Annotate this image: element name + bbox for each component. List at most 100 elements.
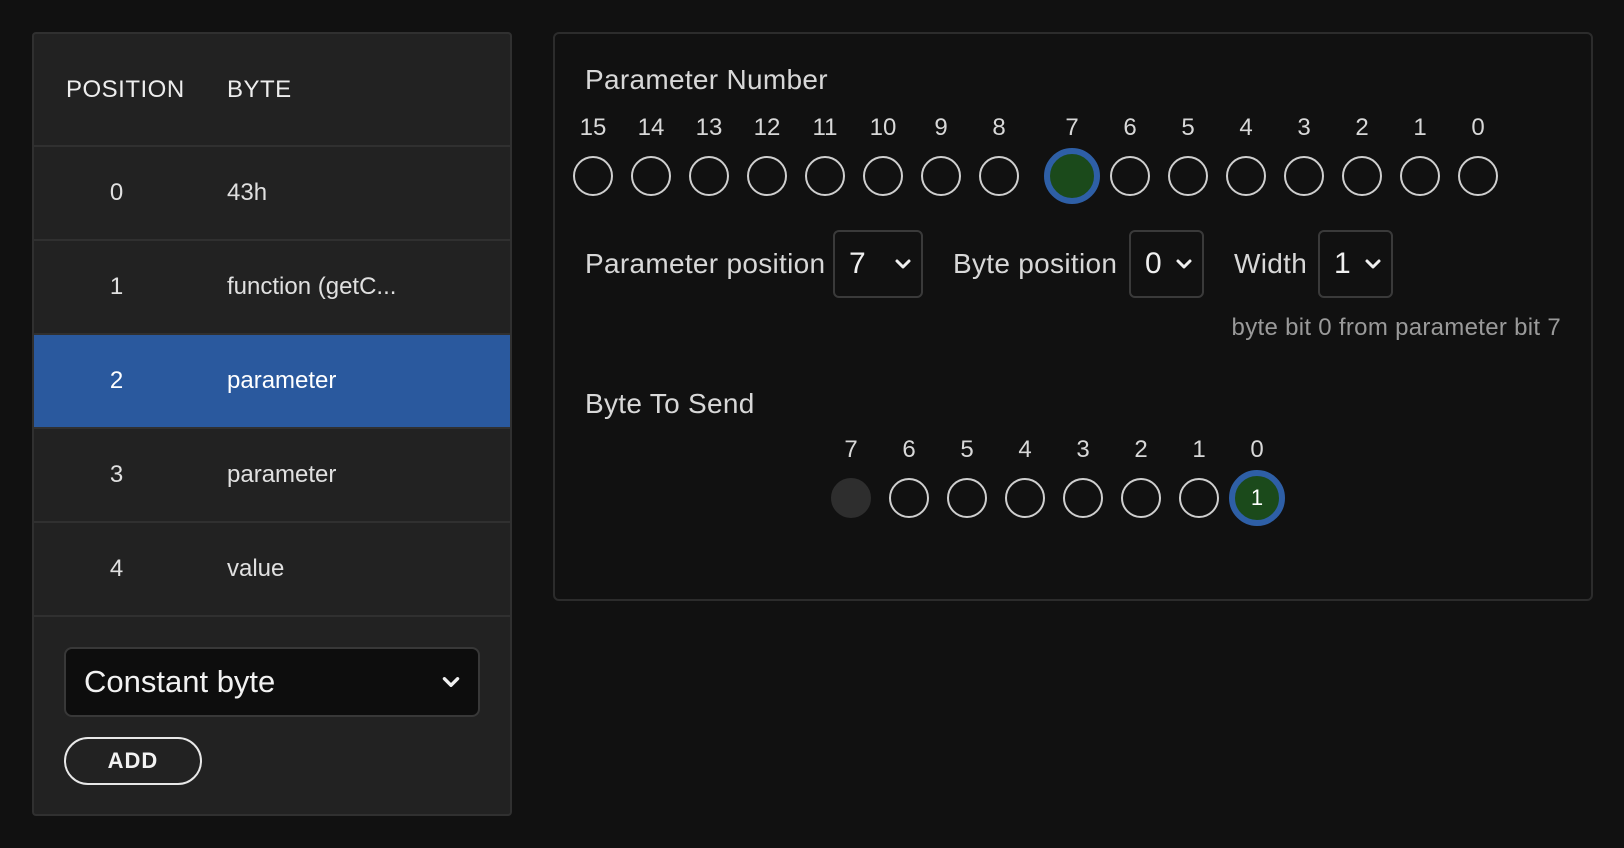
- add-button[interactable]: ADD: [64, 737, 202, 785]
- parameter-bit-toggle[interactable]: [1284, 156, 1324, 196]
- row-byte: value: [227, 555, 285, 582]
- parameter-bit-13: 13: [679, 114, 739, 196]
- parameter-bit-1: 1: [1390, 114, 1450, 196]
- byte-column-header: BYTE: [227, 75, 292, 103]
- parameter-bit-toggle[interactable]: [631, 156, 671, 196]
- byte-list-panel: POSITION BYTE 0 43h 1 function (getC... …: [32, 32, 512, 816]
- parameter-bit-number: 7: [1065, 114, 1079, 141]
- parameter-bit-5: 5: [1158, 114, 1218, 196]
- parameter-bit-number: 15: [579, 114, 607, 141]
- parameter-bit-toggle[interactable]: [805, 156, 845, 196]
- chevron-down-icon: [1365, 259, 1381, 269]
- table-row-selected[interactable]: 2 parameter: [34, 335, 510, 429]
- parameter-bit-number: 13: [695, 114, 723, 141]
- byte-bit-number: 5: [960, 436, 974, 463]
- byte-bit-5: 5: [937, 436, 997, 518]
- byte-bit-7: 7: [821, 436, 881, 518]
- parameter-bit-toggle[interactable]: [979, 156, 1019, 196]
- parameter-bit-number: 5: [1181, 114, 1195, 141]
- row-position: 2: [109, 367, 124, 394]
- byte-bit-4: 4: [995, 436, 1055, 518]
- parameter-bit-toggle[interactable]: [1226, 156, 1266, 196]
- parameter-bit-7: 7: [1042, 114, 1102, 204]
- row-byte: parameter: [227, 367, 337, 394]
- parameter-bit-11: 11: [795, 114, 855, 196]
- chevron-down-icon: [442, 677, 460, 687]
- width-value: 1: [1334, 247, 1351, 280]
- byte-bit-toggle[interactable]: [1121, 478, 1161, 518]
- parameter-position-label: Parameter position: [585, 248, 826, 279]
- parameter-bit-4: 4: [1216, 114, 1276, 196]
- table-row[interactable]: 0 43h: [34, 147, 510, 241]
- byte-bit-2: 2: [1111, 436, 1171, 518]
- parameter-bit-number: 4: [1239, 114, 1253, 141]
- parameter-bit-toggle[interactable]: [921, 156, 961, 196]
- parameter-bit-number: 12: [753, 114, 781, 141]
- parameter-bit-number: 6: [1123, 114, 1137, 141]
- chevron-down-icon: [895, 259, 911, 269]
- byte-bit-number: 0: [1250, 436, 1264, 463]
- byte-type-value: Constant byte: [84, 664, 276, 699]
- byte-bit-toggle[interactable]: [1179, 478, 1219, 518]
- add-byte-area: Constant byte ADD: [34, 617, 510, 785]
- byte-bit-toggle: [831, 478, 871, 518]
- byte-position-label: Byte position: [953, 248, 1118, 279]
- row-position: 4: [109, 555, 124, 582]
- table-row[interactable]: 4 value: [34, 523, 510, 617]
- parameter-bit-number: 8: [992, 114, 1006, 141]
- parameter-bit-14: 14: [621, 114, 681, 196]
- byte-bit-number: 4: [1018, 436, 1032, 463]
- byte-bit-3: 3: [1053, 436, 1113, 518]
- table-header: POSITION BYTE: [34, 34, 510, 147]
- parameter-bit-toggle[interactable]: [863, 156, 903, 196]
- parameter-bit-2: 2: [1332, 114, 1392, 196]
- parameter-bit-toggle[interactable]: [747, 156, 787, 196]
- parameter-bit-0: 0: [1448, 114, 1508, 196]
- parameter-bit-toggle[interactable]: [1458, 156, 1498, 196]
- parameter-bit-3: 3: [1274, 114, 1334, 196]
- parameter-bit-toggle[interactable]: [1342, 156, 1382, 196]
- parameter-bit-toggle[interactable]: [1400, 156, 1440, 196]
- byte-bit-number: 1: [1192, 436, 1206, 463]
- byte-bit-1: 1: [1169, 436, 1229, 518]
- parameter-bit-9: 9: [911, 114, 971, 196]
- row-byte: 43h: [227, 179, 268, 206]
- parameter-bit-toggle[interactable]: [1168, 156, 1208, 196]
- chevron-down-icon: [1176, 259, 1192, 269]
- byte-bit-toggle[interactable]: [1005, 478, 1045, 518]
- parameter-bit-number: 14: [637, 114, 665, 141]
- parameter-bit-toggle[interactable]: [573, 156, 613, 196]
- parameter-bit-12: 12: [737, 114, 797, 196]
- byte-bit-6: 6: [879, 436, 939, 518]
- byte-bit-toggle[interactable]: [947, 478, 987, 518]
- row-byte: parameter: [227, 461, 337, 488]
- parameter-bit-toggle[interactable]: [689, 156, 729, 196]
- parameter-bit-number: 0: [1471, 114, 1485, 141]
- bit-mapping-panel: Parameter Number 15 14 13 12 11 10 9 8 7 6 5 4 3 2 1 0 …: [553, 32, 1593, 601]
- width-select[interactable]: 1: [1318, 230, 1393, 298]
- byte-bit-toggle[interactable]: 1: [1229, 470, 1285, 526]
- byte-bit-toggle[interactable]: [1063, 478, 1103, 518]
- byte-bit-toggle[interactable]: [889, 478, 929, 518]
- parameter-bit-8: 8: [969, 114, 1029, 196]
- parameter-bit-6: 6: [1100, 114, 1160, 196]
- row-position: 0: [109, 179, 124, 206]
- byte-position-value: 0: [1145, 247, 1162, 280]
- byte-position-select[interactable]: 0: [1129, 230, 1204, 298]
- parameter-number-label: Parameter Number: [585, 64, 828, 95]
- parameter-bit-15: 15: [563, 114, 623, 196]
- row-position: 3: [109, 461, 124, 488]
- byte-type-select[interactable]: Constant byte: [64, 647, 480, 717]
- parameter-bit-toggle[interactable]: [1110, 156, 1150, 196]
- position-column-header: POSITION: [66, 75, 185, 103]
- table-row[interactable]: 1 function (getC...: [34, 241, 510, 335]
- parameter-bit-toggle[interactable]: [1044, 148, 1100, 204]
- row-byte: function (getC...: [227, 273, 397, 300]
- parameter-position-select[interactable]: 7: [833, 230, 923, 298]
- table-row[interactable]: 3 parameter: [34, 429, 510, 523]
- row-position: 1: [109, 273, 124, 300]
- parameter-position-value: 7: [849, 247, 866, 280]
- byte-bit-0: 01: [1227, 436, 1287, 526]
- width-label: Width: [1234, 248, 1308, 279]
- parameter-bit-number: 1: [1413, 114, 1427, 141]
